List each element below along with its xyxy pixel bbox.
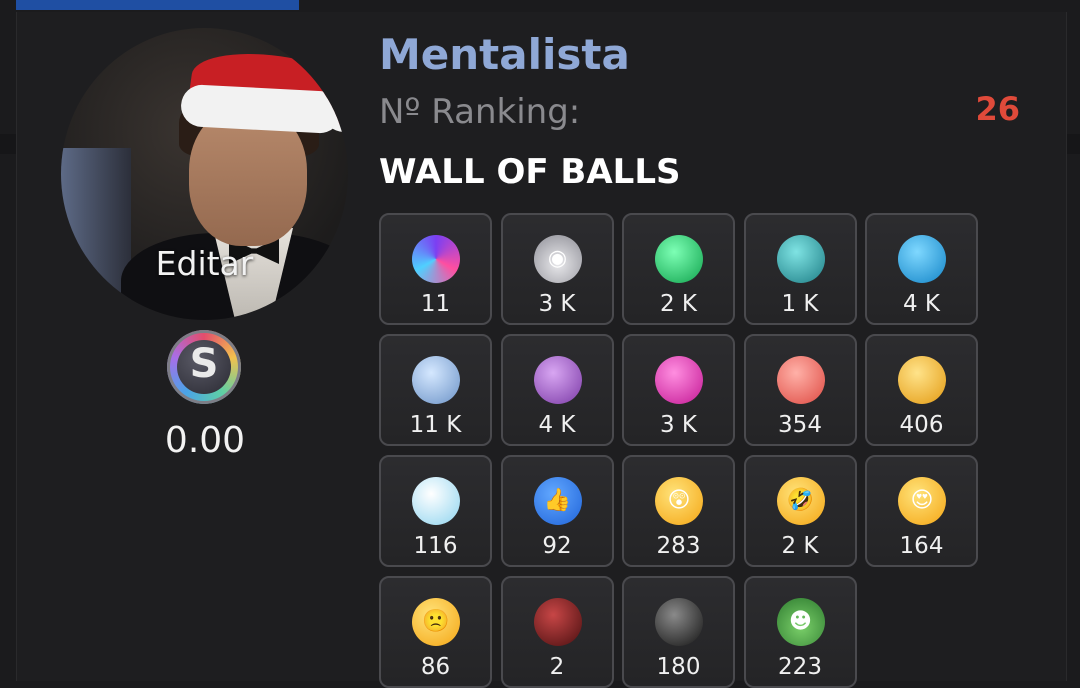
ball-count: 11: [420, 291, 451, 317]
ball-count: 3 K: [538, 291, 576, 317]
ball-glyph: 🙁: [422, 609, 450, 634]
black-gem-ball-icon: [655, 598, 703, 646]
ball-tile[interactable]: 406: [865, 334, 978, 446]
ball-glyph: ☻: [789, 609, 812, 634]
ball-count: 4 K: [902, 291, 941, 317]
ball-count: 92: [542, 533, 572, 559]
ball-tile[interactable]: 2: [500, 576, 614, 688]
diamond-ball-icon: [412, 477, 460, 525]
edit-avatar-link[interactable]: Editar: [61, 244, 348, 283]
magenta-gem-ball-icon: [655, 356, 703, 404]
ball-count: 4 K: [538, 412, 576, 438]
ball-count: 2 K: [659, 291, 698, 317]
teal-gem-ball-icon: [776, 235, 825, 283]
ball-tile[interactable]: 354: [743, 334, 857, 446]
ball-glyph: 👍: [543, 488, 572, 513]
ball-tile[interactable]: ◉ 3 K: [500, 213, 614, 325]
ball-tile[interactable]: 180: [622, 576, 735, 688]
ball-count: 223: [778, 654, 822, 680]
ball-count: 164: [899, 533, 944, 559]
light-blue-gem-ball-icon: [412, 356, 460, 404]
background-strip-right: [1065, 134, 1080, 154]
ball-tile[interactable]: 11: [379, 213, 492, 325]
ball-tile[interactable]: ☻ 223: [743, 576, 857, 688]
ball-glyph: ◉: [547, 246, 568, 271]
ball-glyph: 😍: [910, 488, 934, 513]
dark-red-gem-ball-icon: [533, 598, 582, 646]
confused-emoji-icon: 🙁: [412, 598, 460, 646]
red-gem-ball-icon: [776, 356, 825, 404]
heart-eyes-emoji-icon: 😍: [898, 477, 946, 525]
ball-count: 3 K: [659, 412, 698, 438]
ball-count: 116: [413, 533, 458, 559]
thumbs-up-ball-icon: 👍: [533, 477, 582, 525]
ball-glyph: 😲: [667, 488, 691, 513]
ball-tile[interactable]: 4 K: [865, 213, 978, 325]
ball-count: 283: [656, 533, 701, 559]
ball-tile[interactable]: 😍 164: [865, 455, 978, 567]
s-coin-icon: S: [167, 330, 241, 404]
ball-count: 86: [420, 654, 451, 680]
ball-tile[interactable]: 😲 283: [622, 455, 735, 567]
gold-gem-ball-icon: [898, 356, 946, 404]
grinch-santa-ball-icon: ☻: [776, 598, 825, 646]
surprised-emoji-icon: 😲: [655, 477, 703, 525]
ball-glyph: 🤣: [786, 488, 815, 513]
ball-count: 354: [778, 412, 822, 438]
laughing-emoji-icon: 🤣: [776, 477, 825, 525]
ball-tile[interactable]: 4 K: [500, 334, 614, 446]
ball-tile[interactable]: 116: [379, 455, 492, 567]
background-strip-left: [0, 134, 16, 154]
ball-tile[interactable]: 🤣 2 K: [743, 455, 857, 567]
coin-letter: S: [189, 341, 219, 387]
ball-count: 180: [656, 654, 701, 680]
blue-gem-ball-icon: [898, 235, 946, 283]
ball-tile[interactable]: 11 K: [379, 334, 492, 446]
username: Mentalista: [379, 30, 630, 79]
ball-tile[interactable]: 👍 92: [500, 455, 614, 567]
purple-gem-ball-icon: [533, 356, 582, 404]
ranking-label: Nº Ranking:: [379, 92, 581, 132]
ball-tile[interactable]: 🙁 86: [379, 576, 492, 688]
balance-value: 0.00: [164, 420, 246, 461]
ball-count: 2: [549, 654, 565, 680]
ball-count: 406: [899, 412, 944, 438]
ball-count: 1 K: [781, 291, 819, 317]
ball-tile[interactable]: 1 K: [743, 213, 857, 325]
ball-tile[interactable]: 2 K: [622, 213, 735, 325]
ball-count: 2 K: [781, 533, 819, 559]
santa-hat-brim: [180, 83, 342, 135]
ball-tile[interactable]: 3 K: [622, 334, 735, 446]
galaxy-ball-icon: [412, 235, 460, 283]
active-tab-indicator: [16, 0, 299, 10]
ranking-value: 26: [975, 90, 1020, 128]
wall-title: WALL OF BALLS: [379, 152, 681, 192]
ball-count: 11 K: [409, 412, 462, 438]
santa-robot-ball-icon: ◉: [533, 235, 582, 283]
green-gem-ball-icon: [655, 235, 703, 283]
